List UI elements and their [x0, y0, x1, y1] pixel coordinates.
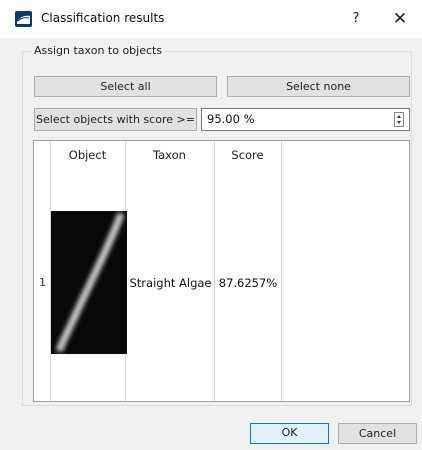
select-by-score-button[interactable]: Select objects with score >=: [34, 108, 197, 131]
help-button[interactable]: ?: [344, 7, 368, 31]
taxon-cell[interactable]: Straight Algae: [126, 276, 215, 290]
close-icon: ✕: [392, 9, 408, 29]
title-bar: Classification results ? ✕: [0, 0, 422, 38]
window-title: Classification results: [41, 11, 165, 25]
column-divider: [281, 141, 282, 401]
row-number[interactable]: 1: [39, 276, 46, 289]
select-all-button[interactable]: Select all: [34, 76, 217, 97]
group-title: Assign taxon to objects: [31, 44, 166, 57]
dialog-window: Classification results ? ✕ Assign taxon …: [0, 0, 422, 450]
cancel-button[interactable]: Cancel: [338, 423, 417, 444]
spinbox-arrows[interactable]: [394, 112, 404, 127]
arrow-down-icon[interactable]: [397, 121, 401, 124]
arrow-up-icon[interactable]: [397, 115, 401, 118]
column-header-taxon[interactable]: Taxon: [125, 148, 214, 162]
help-icon: ?: [352, 11, 360, 26]
column-header-object[interactable]: Object: [50, 148, 125, 162]
ok-button[interactable]: OK: [250, 423, 329, 444]
close-button[interactable]: ✕: [388, 7, 412, 31]
select-none-button[interactable]: Select none: [227, 76, 410, 97]
object-thumbnail: [51, 211, 127, 354]
score-cell[interactable]: 87.6257%: [215, 276, 281, 290]
column-header-score[interactable]: Score: [214, 148, 281, 162]
results-table: Object Taxon Score 1 Straight Algae 87.6…: [33, 140, 410, 402]
column-divider: [214, 141, 215, 401]
app-logo-icon: [15, 11, 32, 27]
score-threshold-spinbox[interactable]: 95.00 %: [201, 108, 410, 131]
score-threshold-value: 95.00 %: [207, 112, 255, 126]
